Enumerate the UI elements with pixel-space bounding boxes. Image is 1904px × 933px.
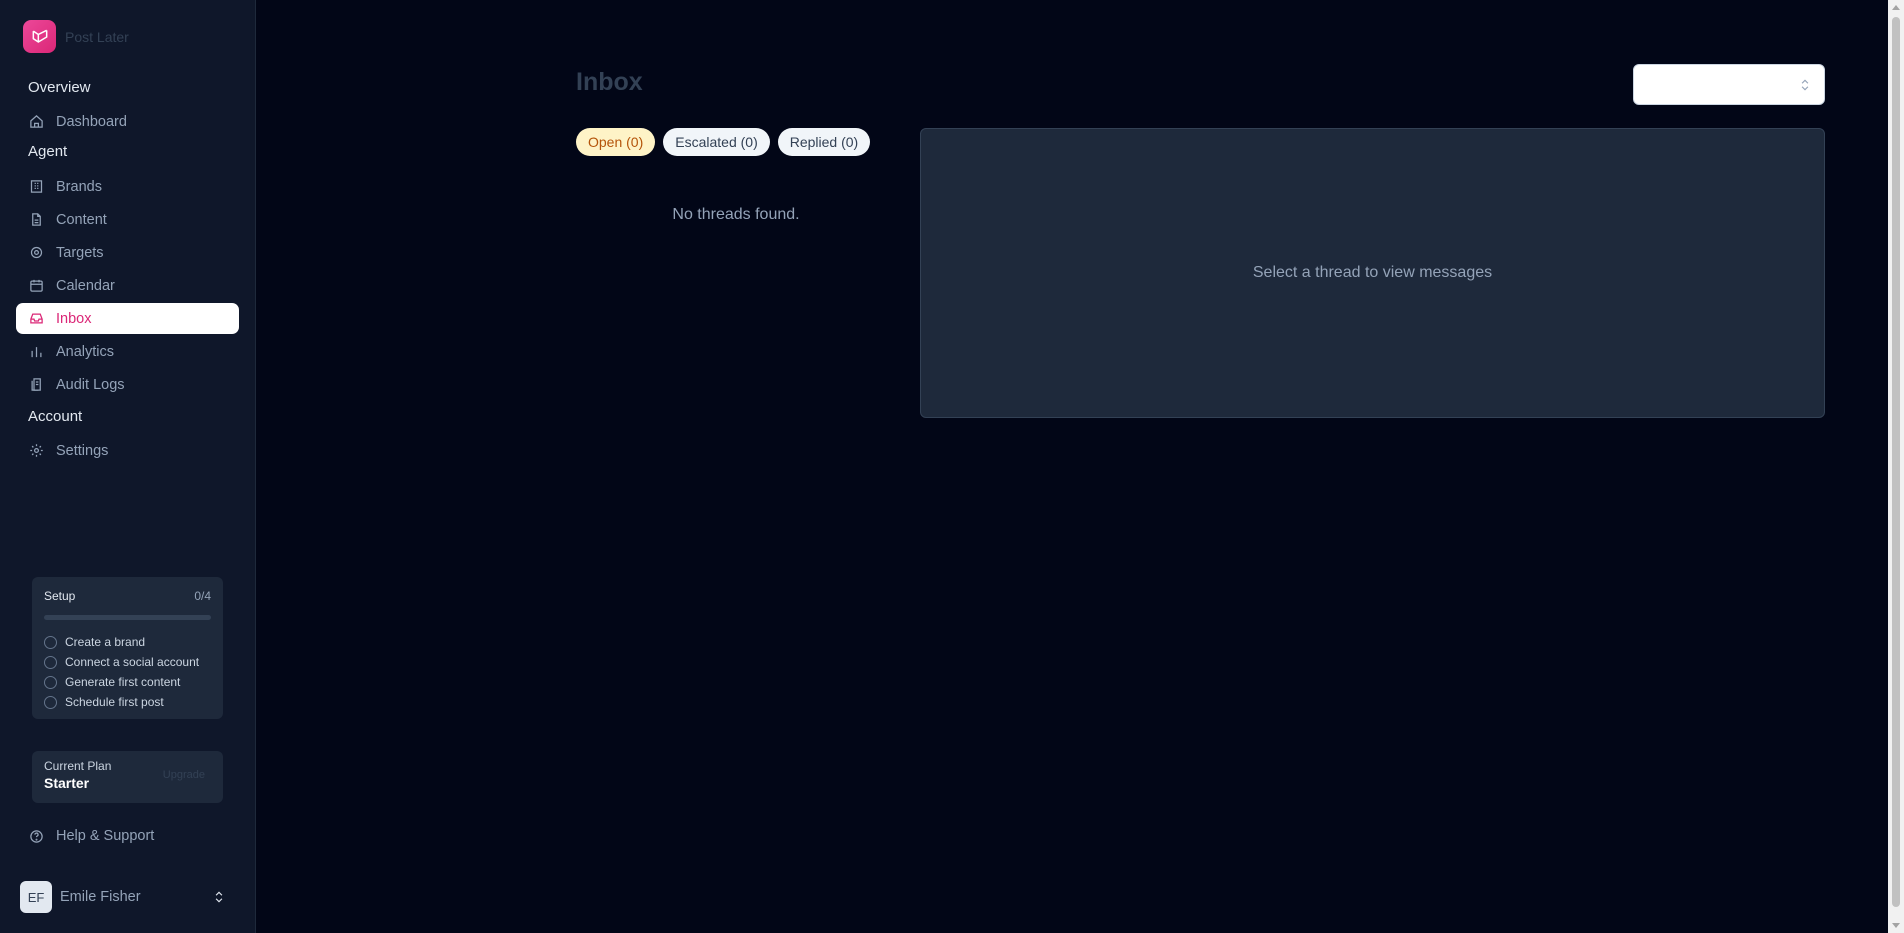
help-support-link[interactable]: Help & Support <box>29 828 154 844</box>
sidebar-item-label: Analytics <box>56 343 115 360</box>
thread-detail-panel: Select a thread to view messages <box>920 128 1825 418</box>
setup-step-label: Create a brand <box>65 635 146 649</box>
scroll-thumb[interactable] <box>1892 17 1900 907</box>
bar-chart-icon <box>31 347 42 358</box>
setup-step[interactable]: Create a brand <box>44 632 211 652</box>
sidebar-item-label: Settings <box>56 442 109 459</box>
avatar: EF <box>20 881 52 913</box>
help-label: Help & Support <box>56 828 155 844</box>
gear-icon <box>30 444 43 457</box>
section-agent: Agent <box>28 143 68 160</box>
upgrade-button[interactable]: Upgrade <box>163 769 205 781</box>
sidebar-item-content[interactable]: Content <box>16 204 239 235</box>
sidebar-item-label: Dashboard <box>56 113 127 130</box>
section-overview: Overview <box>28 79 91 96</box>
empty-threads-message: No threads found. <box>672 206 800 223</box>
circle-icon <box>44 695 57 709</box>
page-title: Inbox <box>576 68 643 96</box>
user-name: Emile Fisher <box>60 889 141 905</box>
tab-replied[interactable]: Replied (0) <box>777 128 871 156</box>
app-name: Post Later <box>65 28 129 45</box>
sidebar-item-label: Calendar <box>56 277 115 294</box>
page-scrollbar[interactable] <box>1888 0 1904 933</box>
target-icon <box>30 246 43 259</box>
sidebar-item-analytics[interactable]: Analytics <box>16 336 239 367</box>
tab-open[interactable]: Open (0) <box>576 128 656 156</box>
setup-step-label: Generate first content <box>65 675 181 689</box>
sidebar-item-label: Content <box>56 211 107 228</box>
sidebar-item-settings[interactable]: Settings <box>16 435 239 466</box>
sidebar-item-label: Targets <box>56 244 104 261</box>
calendar-icon <box>30 279 43 292</box>
sidebar-item-dashboard[interactable]: Dashboard <box>16 106 239 137</box>
logs-icon <box>31 378 41 391</box>
thread-tabs: Open (0) Escalated (0) Replied (0) <box>576 128 871 156</box>
sidebar-item-label: Audit Logs <box>56 376 125 393</box>
brand[interactable]: Post Later <box>23 20 129 53</box>
plan-card: Current Plan Starter Upgrade <box>32 751 223 803</box>
circle-icon <box>44 655 57 669</box>
sidebar: Post Later Overview Dashboard Agent Bran… <box>0 0 256 933</box>
sidebar-item-targets[interactable]: Targets <box>16 237 239 268</box>
logo-icon <box>23 20 56 53</box>
circle-icon <box>44 635 57 649</box>
inbox-icon <box>30 313 43 324</box>
setup-step-label: Schedule first post <box>65 695 164 709</box>
user-menu[interactable]: EF Emile Fisher <box>20 881 226 913</box>
scroll-down-arrow-icon[interactable] <box>1892 923 1900 928</box>
setup-steps: Create a brand Connect a social account … <box>44 632 211 712</box>
setup-step-label: Connect a social account <box>65 655 200 669</box>
file-icon <box>32 213 41 226</box>
sidebar-item-calendar[interactable]: Calendar <box>16 270 239 301</box>
brand-select[interactable] <box>1633 64 1825 105</box>
section-account: Account <box>28 408 83 425</box>
building-icon <box>30 180 43 193</box>
setup-step[interactable]: Connect a social account <box>44 652 211 672</box>
chevron-up-down-icon <box>1801 79 1809 91</box>
sidebar-item-label: Inbox <box>56 310 92 327</box>
tab-escalated[interactable]: Escalated (0) <box>663 128 770 156</box>
thread-placeholder: Select a thread to view messages <box>1252 264 1493 281</box>
help-circle-icon <box>30 829 43 843</box>
setup-card: Setup 0/4 Create a brand Connect a socia… <box>32 577 223 719</box>
sidebar-item-brands[interactable]: Brands <box>16 171 239 202</box>
setup-step[interactable]: Generate first content <box>44 672 211 692</box>
scroll-up-arrow-icon[interactable] <box>1892 5 1900 10</box>
circle-icon <box>44 675 57 689</box>
chevron-up-down-icon <box>215 891 223 903</box>
setup-progress-bar <box>44 615 211 620</box>
setup-step[interactable]: Schedule first post <box>44 692 211 712</box>
sidebar-item-inbox[interactable]: Inbox <box>16 303 239 334</box>
sidebar-item-audit-logs[interactable]: Audit Logs <box>16 369 239 400</box>
home-icon <box>30 115 43 128</box>
sidebar-item-label: Brands <box>56 178 102 195</box>
setup-title: Setup <box>44 589 76 603</box>
setup-count: 0/4 <box>194 589 211 603</box>
